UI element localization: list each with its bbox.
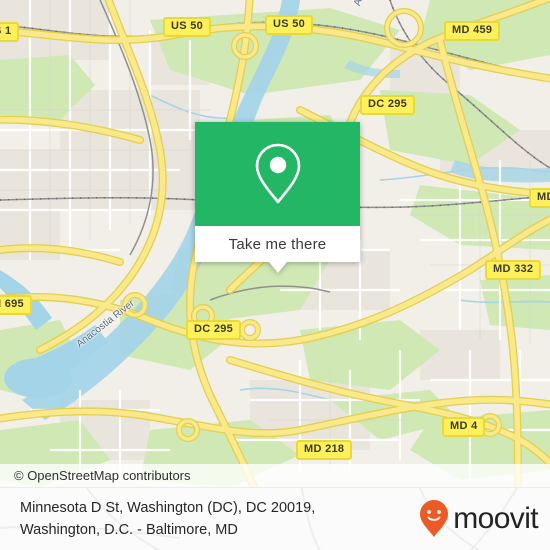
popup-header [195, 122, 360, 226]
map-canvas[interactable]: S 1 US 50 US 50 MD 459 DC 295 MD MD 332 … [0, 0, 550, 487]
road-shield: MD [529, 188, 550, 208]
moovit-wordmark: moovit [453, 502, 538, 535]
location-popup[interactable]: Take me there [195, 122, 360, 273]
road-shield: US 50 [163, 17, 212, 37]
road-shield: MD 332 [485, 260, 542, 280]
take-me-there-label: Take me there [228, 235, 327, 253]
road-shield: S 1 [0, 22, 20, 42]
road-shield: I 695 [0, 295, 32, 315]
location-title-line-2: Washington, D.C. - Baltimore, MD [20, 522, 238, 538]
map-page: S 1 US 50 US 50 MD 459 DC 295 MD MD 332 … [0, 0, 550, 550]
road-shield: US 50 [265, 15, 314, 35]
location-title-line-1: Minnesota D St, Washington (DC), DC 2001… [20, 500, 316, 516]
moovit-brand[interactable]: moovit [418, 499, 539, 539]
attribution-text: © OpenStreetMap contributors [14, 468, 191, 483]
map-pin-icon [255, 143, 300, 204]
road-shield: MD 4 [442, 417, 486, 437]
road-shield: DC 295 [186, 320, 242, 340]
location-title: Minnesota D St, Washington (DC), DC 2001… [20, 497, 315, 541]
popup-pointer-tail [268, 262, 287, 273]
map-attribution-bar: © OpenStreetMap contributors [0, 464, 550, 487]
road-shield: MD 218 [296, 440, 353, 460]
road-shield: MD 459 [444, 21, 501, 41]
road-shield: DC 295 [360, 95, 416, 115]
footer-bar: Minnesota D St, Washington (DC), DC 2001… [0, 487, 550, 550]
moovit-smiley-pin-icon [420, 500, 449, 537]
popup-action-bar[interactable]: Take me there [195, 226, 360, 273]
